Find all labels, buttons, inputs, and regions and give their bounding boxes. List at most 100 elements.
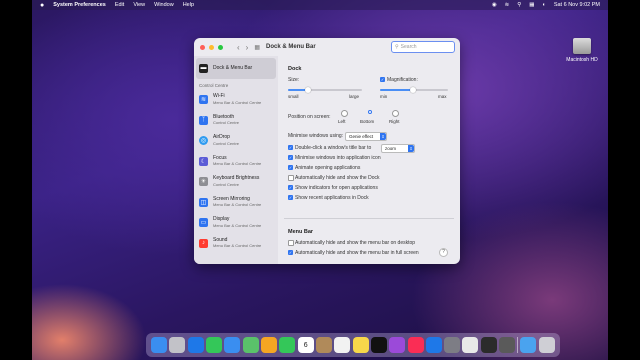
siri-icon[interactable]: ◐ <box>543 2 546 8</box>
search-placeholder: Search <box>400 44 417 50</box>
menu-view[interactable]: View <box>133 2 145 8</box>
magnification-checkbox[interactable]: ✓ <box>380 77 385 82</box>
grid-icon[interactable]: ▦ <box>254 44 260 51</box>
double-click-action-popup[interactable]: zoom ⇕ <box>381 144 415 153</box>
position-right-radio[interactable] <box>391 110 399 117</box>
claquette-icon[interactable] <box>480 337 497 353</box>
minimise-effect-popup[interactable]: Genie effect ⇕ <box>345 132 387 141</box>
hard-drive-icon <box>573 38 591 54</box>
calendar-icon[interactable]: 6 <box>297 337 314 353</box>
apple-icon[interactable]: ● <box>40 2 44 9</box>
sidebar-item-label: Focus <box>213 154 227 161</box>
launchpad-icon[interactable] <box>169 337 186 353</box>
tv-icon[interactable] <box>370 337 387 353</box>
sidebar-item-wifi[interactable]: ≋ Wi-Fi Menu Bar & Control Centre <box>194 90 278 111</box>
size-max-label: large <box>349 94 360 99</box>
menu-clock[interactable]: Sat 6 Nov 9:02 PM <box>554 2 600 8</box>
reminders-icon[interactable] <box>334 337 351 353</box>
sidebar-item-keyboard-brightness[interactable]: ☀ Keyboard Brightness Control Centre <box>194 172 278 193</box>
position-left-radio[interactable] <box>340 110 348 117</box>
minimise-into-icon-checkbox[interactable]: ✓ <box>288 155 293 160</box>
podcasts-icon[interactable] <box>389 337 406 353</box>
position-left-option[interactable] <box>340 110 348 119</box>
wifi-icon[interactable]: ≋ <box>505 2 510 8</box>
sidebar-item-sound[interactable]: ♪ Sound Menu Bar & Control Centre <box>194 233 278 254</box>
sidebar-item-sub: Control Centre <box>213 120 240 126</box>
double-click-label: Double-click a window's title bar to <box>295 145 372 151</box>
sidebar-item-focus[interactable]: ☾ Focus Menu Bar & Control Centre <box>194 151 278 172</box>
sidebar-item-sub: Menu Bar & Control Centre <box>213 202 262 208</box>
sidebar-item-sub: Control Centre <box>213 181 240 187</box>
sidebar-item-screen-mirroring[interactable]: ◫ Screen Mirroring Menu Bar & Control Cen… <box>194 192 278 213</box>
safari-icon[interactable] <box>187 337 204 353</box>
record-icon[interactable]: ◉ <box>492 2 497 8</box>
music-icon[interactable] <box>407 337 424 353</box>
magnification-label: Magnification: <box>387 77 418 83</box>
app-store-icon[interactable] <box>425 337 442 353</box>
forward-icon[interactable]: › <box>246 43 249 52</box>
double-click-action-value: zoom <box>385 146 397 151</box>
search-field[interactable]: ⚲ Search <box>391 41 455 53</box>
maps-icon[interactable] <box>242 337 259 353</box>
position-bottom-radio[interactable] <box>368 110 372 114</box>
window-titlebar: ‹ › ▦ Dock & Menu Bar ⚲ Search <box>194 38 460 56</box>
autohide-dock-label: Automatically hide and show the Dock <box>295 175 380 181</box>
final-cut-icon[interactable] <box>499 337 516 353</box>
sidebar-item-sub: Menu Bar & Control Centre <box>213 222 262 228</box>
bluetooth-icon: ᛉ <box>199 115 208 125</box>
chrome-icon[interactable] <box>462 337 479 353</box>
position-right-option[interactable] <box>391 110 399 119</box>
sidebar-item-dock[interactable]: ▬ Dock & Menu Bar <box>196 58 276 79</box>
size-min-label: small <box>288 94 299 99</box>
finder-icon[interactable] <box>151 337 168 353</box>
sidebar-item-display[interactable]: ▭ Display Menu Bar & Control Centre <box>194 213 278 234</box>
system-preferences-icon[interactable] <box>444 337 461 353</box>
notes-icon[interactable] <box>352 337 369 353</box>
minimise-effect-value: Genie effect <box>349 134 374 139</box>
autohide-dock-checkbox[interactable] <box>288 175 294 181</box>
sidebar-item-bluetooth[interactable]: ᛉ Bluetooth Control Centre <box>194 110 278 131</box>
position-right-label: Right <box>389 119 400 124</box>
contacts-icon[interactable] <box>315 337 332 353</box>
sidebar-item-label: Dock & Menu Bar <box>213 64 253 71</box>
folder-icon[interactable] <box>520 337 537 353</box>
show-recent-checkbox[interactable]: ✓ <box>288 195 293 200</box>
menu-help[interactable]: Help <box>183 2 194 8</box>
magnification-slider-knob[interactable] <box>409 87 416 93</box>
screen-mirroring-icon: ◫ <box>199 197 208 207</box>
menu-window[interactable]: Window <box>154 2 174 8</box>
back-icon[interactable]: ‹ <box>237 43 240 52</box>
messages-icon[interactable] <box>206 337 223 353</box>
position-bottom-label: Bottom <box>360 119 375 124</box>
preferences-window: ‹ › ▦ Dock & Menu Bar ⚲ Search ▬ Dock & … <box>194 38 460 264</box>
control-center-icon[interactable]: ▦ <box>529 2 534 8</box>
magnification-slider[interactable] <box>380 87 448 93</box>
menu-edit[interactable]: Edit <box>115 2 124 8</box>
size-slider-knob[interactable] <box>304 87 311 93</box>
autohide-menubar-desktop-checkbox[interactable] <box>288 240 294 246</box>
animate-opening-checkbox[interactable]: ✓ <box>288 165 293 170</box>
mail-icon[interactable] <box>224 337 241 353</box>
facetime-icon[interactable] <box>279 337 296 353</box>
show-recent-label: Show recent applications in Dock <box>295 195 369 201</box>
sidebar-item-airdrop[interactable]: ◎ AirDrop Control Centre <box>194 131 278 152</box>
double-click-checkbox[interactable]: ✓ <box>288 145 293 150</box>
sidebar-item-label: Screen Mirroring <box>213 195 250 202</box>
search-icon[interactable]: ⚲ <box>517 2 521 8</box>
moon-icon: ☾ <box>199 156 208 166</box>
dock: 6 <box>146 333 560 357</box>
size-slider[interactable] <box>288 87 362 93</box>
sidebar-item-label: AirDrop <box>213 134 230 141</box>
app-menu[interactable]: System Preferences <box>53 2 106 8</box>
desktop-hd[interactable]: Macintosh HD <box>562 38 602 63</box>
zoom-button[interactable] <box>218 44 223 50</box>
position-bottom-option[interactable] <box>366 110 374 116</box>
close-button[interactable] <box>200 44 205 50</box>
minimize-button[interactable] <box>209 44 214 50</box>
photos-icon[interactable] <box>261 337 278 353</box>
trash-icon[interactable] <box>538 337 555 353</box>
autohide-menubar-fullscreen-checkbox[interactable]: ✓ <box>288 250 293 255</box>
show-indicators-checkbox[interactable]: ✓ <box>288 185 293 190</box>
magnification-slider-fill <box>380 89 413 91</box>
help-button[interactable]: ? <box>439 248 448 257</box>
